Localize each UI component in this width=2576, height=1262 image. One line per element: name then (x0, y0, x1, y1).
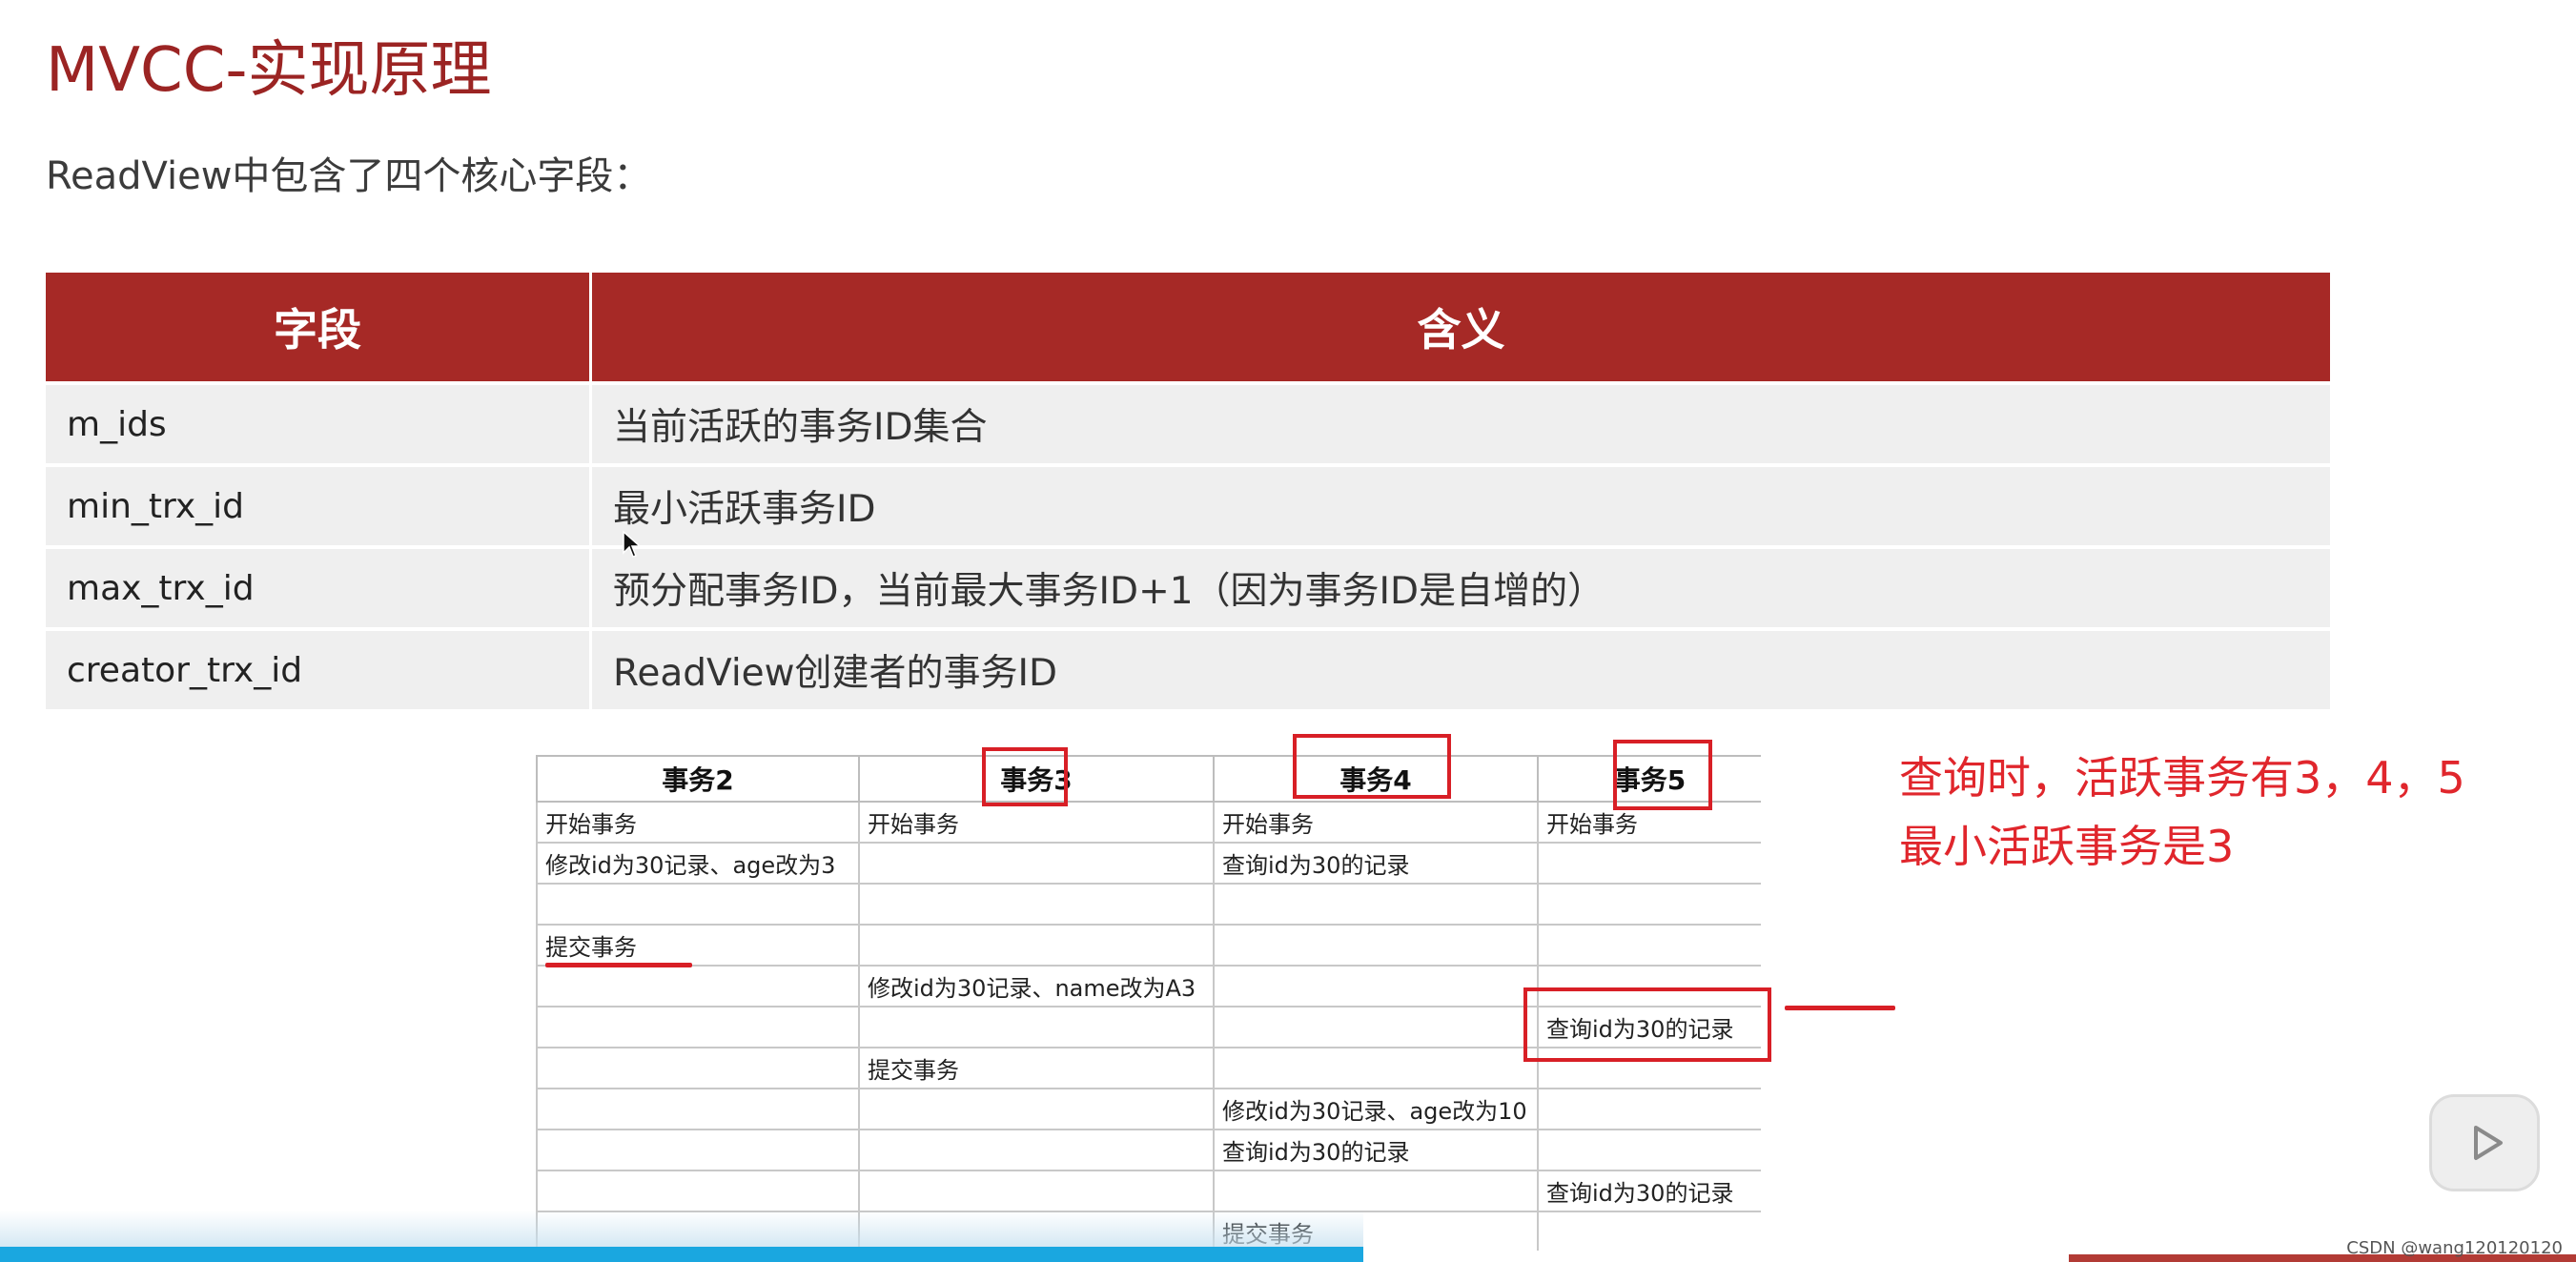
txn-cell (858, 1088, 1215, 1130)
table-row: 查询id为30的记录 (536, 1170, 1761, 1212)
txn-cell (1537, 924, 1761, 967)
txn-cell (1213, 1047, 1539, 1089)
field-table-header-row: 字段 含义 (46, 273, 2330, 383)
pointer-line (1785, 1006, 1895, 1010)
txn-cell (858, 1006, 1215, 1048)
readview-field-table: 字段 含义 m_ids 当前活跃的事务ID集合 min_trx_id 最小活跃事… (46, 273, 2330, 709)
field-name: creator_trx_id (46, 627, 592, 709)
cursor-icon (623, 530, 642, 558)
txn-header-row: 事务2 事务3 事务4 事务5 (536, 755, 1761, 803)
txn-cell: 修改id为30记录、age改为10 (1213, 1088, 1539, 1130)
txn-cell (858, 1129, 1215, 1171)
header-field: 字段 (46, 273, 592, 383)
txn-cell (536, 1170, 860, 1212)
annotation-line-2: 最小活跃事务是3 (1899, 821, 2235, 872)
txn-cell (1537, 883, 1761, 926)
annotation: 查询时，活跃事务有3，4，5 最小活跃事务是3 (1899, 743, 2465, 881)
table-row: m_ids 当前活跃的事务ID集合 (46, 381, 2330, 465)
txn-cell (858, 842, 1215, 885)
field-name: min_trx_id (46, 463, 592, 547)
txn-cell: 开始事务 (1537, 801, 1761, 844)
txn-cell (1213, 1006, 1539, 1048)
table-row: min_trx_id 最小活跃事务ID (46, 463, 2330, 547)
field-meaning: 当前活跃的事务ID集合 (590, 381, 2330, 465)
field-name: max_trx_id (46, 545, 592, 629)
field-name: m_ids (46, 381, 592, 465)
watermark: CSDN @wang120120120 (2346, 1238, 2563, 1258)
txn-cell: 开始事务 (536, 801, 860, 844)
table-row: creator_trx_id ReadView创建者的事务ID (46, 627, 2330, 709)
txn-cell (536, 1088, 860, 1130)
bottom-wave (0, 1211, 1363, 1249)
underline-commit (545, 963, 692, 967)
txn-cell (1213, 965, 1539, 1008)
table-row: 修改id为30记录、name改为A3 (536, 965, 1761, 1008)
txn-cell: 查询id为30的记录 (1213, 1129, 1539, 1171)
table-row: 提交事务 (536, 1047, 1761, 1089)
field-meaning: 预分配事务ID，当前最大事务ID+1（因为事务ID是自增的） (590, 545, 2330, 629)
txn-cell (858, 924, 1215, 967)
field-meaning: 最小活跃事务ID (590, 463, 2330, 547)
txn-cell: 开始事务 (858, 801, 1215, 844)
txn-cell (536, 1047, 860, 1089)
txn-cell (536, 1129, 860, 1171)
table-row: 修改id为30记录、age改为10 (536, 1088, 1761, 1130)
txn-header-2: 事务2 (536, 755, 860, 803)
annotation-line-1: 查询时，活跃事务有3，4，5 (1899, 752, 2465, 804)
table-row: 提交事务 (536, 924, 1761, 967)
txn-cell (1213, 1170, 1539, 1212)
txn-cell (1537, 965, 1761, 1008)
table-row: 查询id为30的记录 (536, 1129, 1761, 1171)
field-meaning: ReadView创建者的事务ID (590, 627, 2330, 709)
txn-cell: 修改id为30记录、name改为A3 (858, 965, 1215, 1008)
txn-header-4: 事务4 (1213, 755, 1539, 803)
txn-cell (1537, 842, 1761, 885)
txn-cell (1213, 924, 1539, 967)
table-row: 开始事务 开始事务 开始事务 开始事务 (536, 801, 1761, 844)
progress-bar[interactable] (0, 1247, 1363, 1262)
header-meaning: 含义 (590, 273, 2330, 383)
table-row: max_trx_id 预分配事务ID，当前最大事务ID+1（因为事务ID是自增的… (46, 545, 2330, 629)
txn-cell (536, 965, 860, 1008)
slide-subtitle: ReadView中包含了四个核心字段： (46, 154, 652, 198)
txn-cell (536, 883, 860, 926)
txn-cell: 查询id为30的记录 (1537, 1006, 1761, 1048)
play-button[interactable] (2429, 1094, 2540, 1191)
txn-cell: 提交事务 (536, 924, 860, 967)
txn-cell: 开始事务 (1213, 801, 1539, 844)
txn-cell (1537, 1129, 1761, 1171)
table-row: 查询id为30的记录 (536, 1006, 1761, 1048)
play-icon (2474, 1126, 2503, 1160)
txn-header-3: 事务3 (858, 755, 1215, 803)
table-row (536, 883, 1761, 926)
txn-cell (1213, 883, 1539, 926)
txn-cell: 修改id为30记录、age改为3 (536, 842, 860, 885)
txn-header-5: 事务5 (1537, 755, 1761, 803)
table-row: 修改id为30记录、age改为3 查询id为30的记录 (536, 842, 1761, 885)
txn-cell: 查询id为30的记录 (1213, 842, 1539, 885)
txn-cell (1537, 1088, 1761, 1130)
txn-cell: 查询id为30的记录 (1537, 1170, 1761, 1212)
txn-cell (858, 1170, 1215, 1212)
txn-cell (1537, 1047, 1761, 1089)
txn-cell (858, 883, 1215, 926)
transaction-sequence-table: 事务2 事务3 事务4 事务5 开始事务 开始事务 开始事务 开始事务 修改id为30记… (536, 755, 1761, 1251)
txn-cell (1537, 1211, 1761, 1251)
slide-title: MVCC-实现原理 (46, 35, 492, 106)
txn-cell: 提交事务 (858, 1047, 1215, 1089)
txn-cell (536, 1006, 860, 1048)
